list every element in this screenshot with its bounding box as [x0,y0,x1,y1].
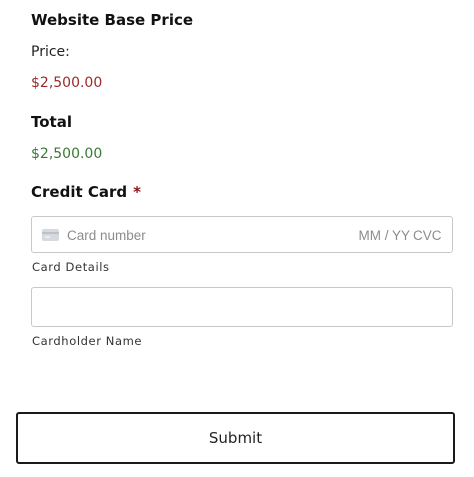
card-number-input[interactable] [67,225,267,245]
credit-card-icon [42,229,59,241]
submit-button[interactable]: Submit [16,412,455,464]
product-name-heading: Website Base Price [31,11,194,29]
card-expiry-input[interactable] [350,225,410,245]
price-label: Price: [31,44,70,60]
required-marker: * [133,183,141,201]
price-value: $2,500.00 [31,75,103,91]
card-details-label: Card Details [32,260,110,274]
cardholder-name-label: Cardholder Name [32,334,143,348]
card-element[interactable] [31,216,453,253]
total-heading: Total [31,113,72,131]
cardholder-name-input[interactable] [32,288,452,326]
cardholder-name-field[interactable] [31,287,453,327]
credit-card-label: Credit Card [31,183,128,201]
credit-card-heading: Credit Card * [31,182,141,202]
total-value: $2,500.00 [31,146,103,162]
card-cvc-input[interactable] [413,225,443,245]
